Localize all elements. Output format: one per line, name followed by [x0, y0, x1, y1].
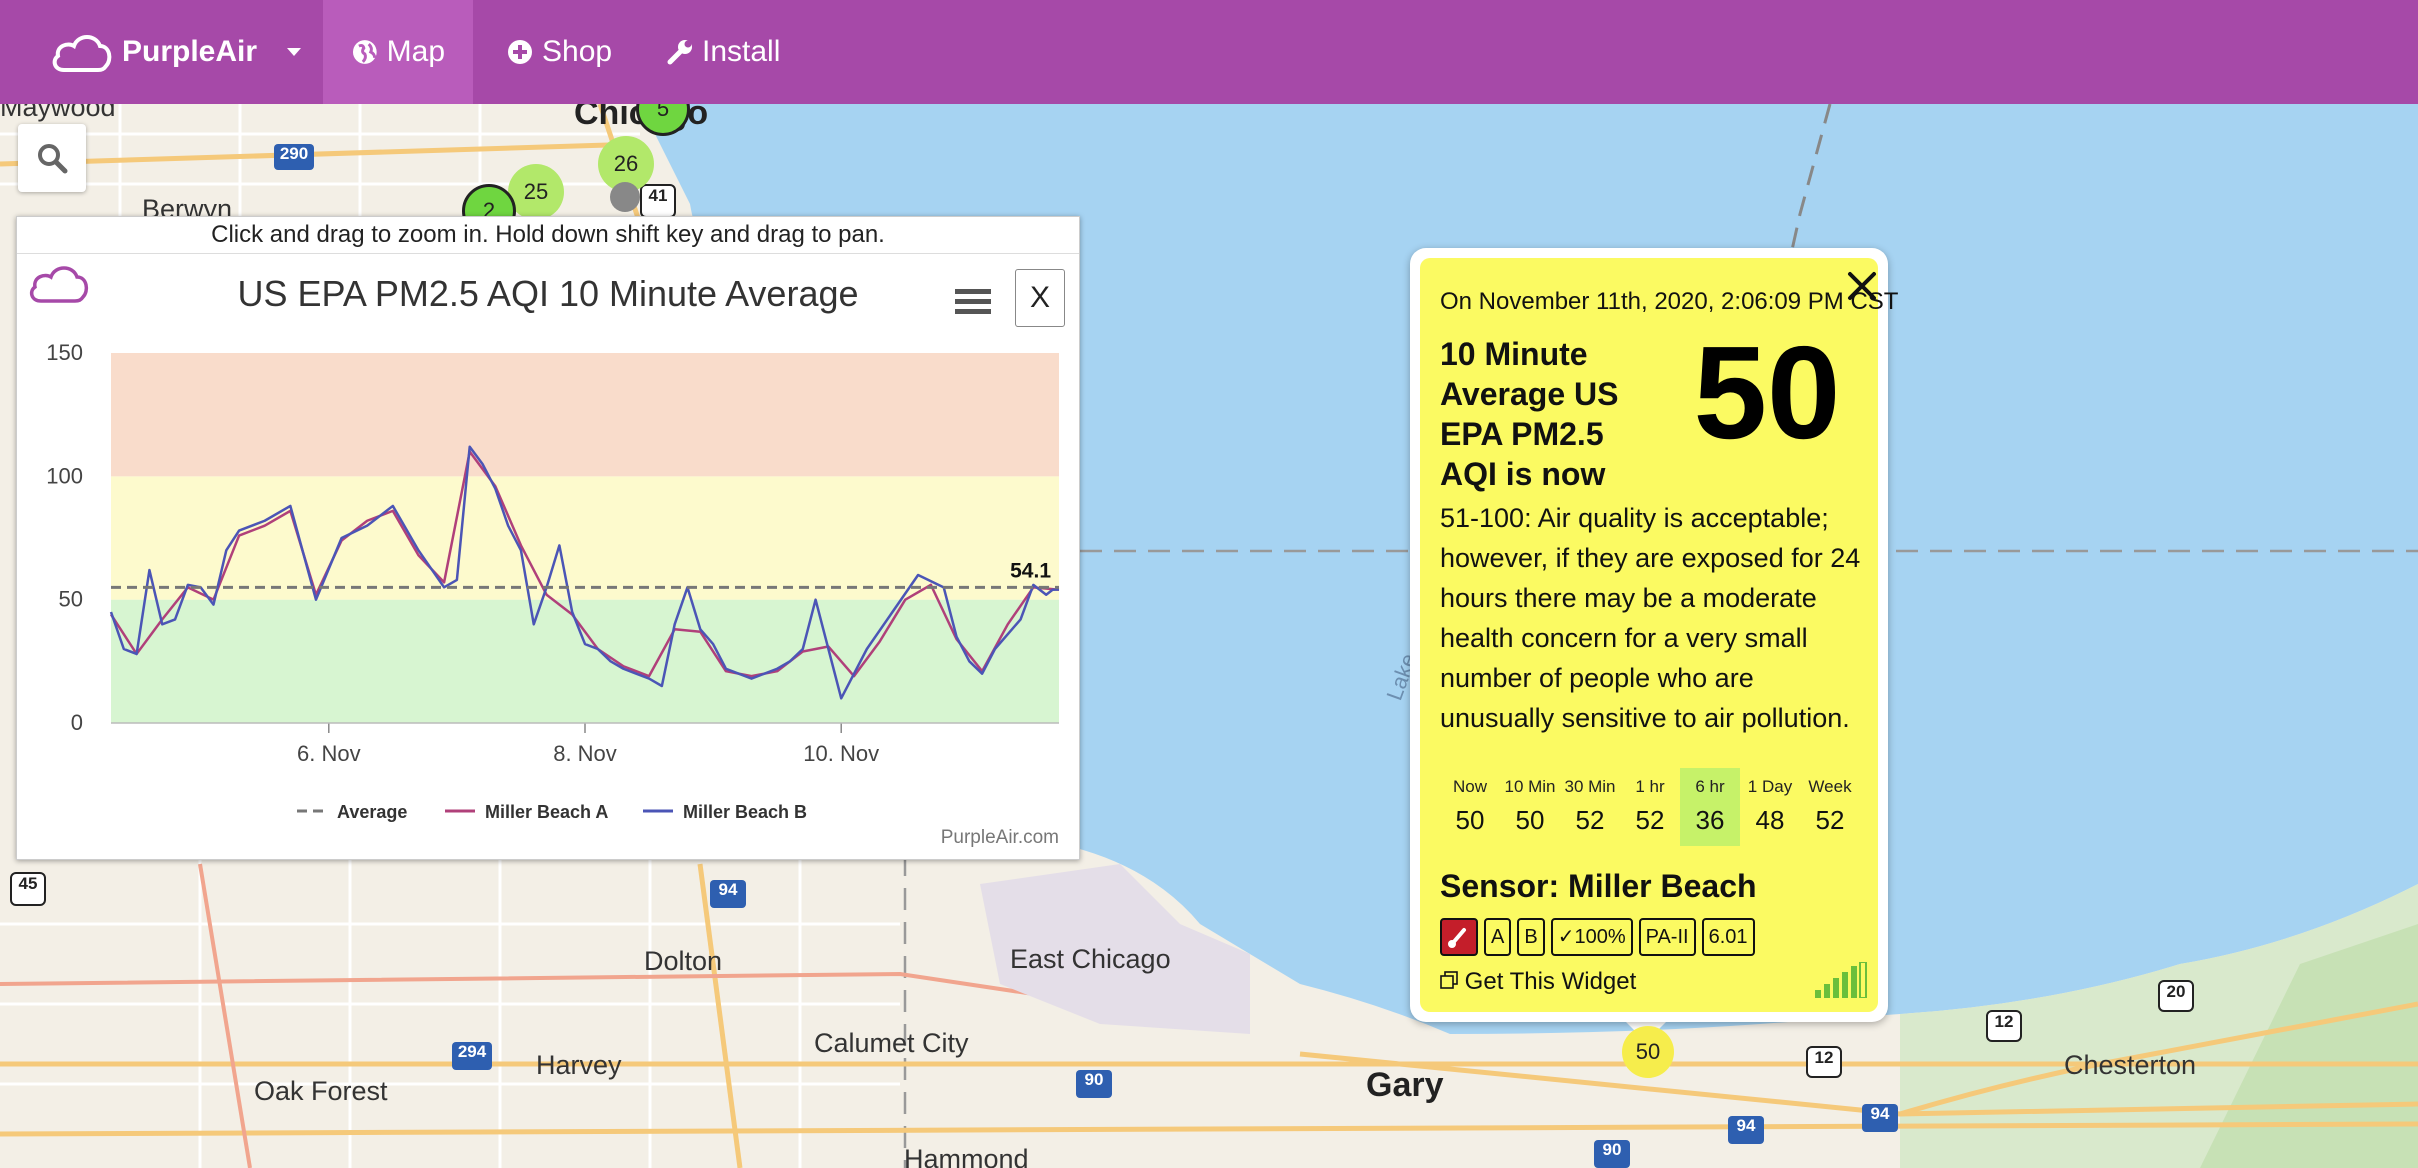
place-label-oak-forest: Oak Forest [254, 1076, 388, 1106]
confidence-badge[interactable]: ✓100% [1550, 918, 1633, 956]
x-tick-label: 6. Nov [297, 741, 361, 766]
stat-6-hr[interactable]: 6 hr 36 [1680, 768, 1740, 846]
chart-panel: 0 50 100 150 6. Nov 8. Nov 10. Nov 54.1 Average M… [16, 216, 1080, 860]
legend-item: Average [337, 802, 407, 822]
sensor-cluster[interactable]: 25 [508, 164, 564, 220]
chart-credit-link[interactable]: PurpleAir.com [941, 827, 1059, 849]
thermometer-icon [1448, 928, 1466, 948]
chevron-down-icon[interactable] [282, 40, 306, 64]
highway-shield: 20 [2158, 980, 2194, 1012]
place-label-calumet-city: Calumet City [814, 1028, 969, 1058]
aqi-value: 50 [1693, 319, 1841, 466]
highway-shield: 12 [1986, 1010, 2022, 1042]
y-tick-label: 50 [59, 587, 83, 612]
plus-circle-icon [508, 40, 532, 64]
highway-shield: 45 [10, 872, 46, 906]
aqi-description: 51-100: Air quality is acceptable; howev… [1440, 503, 1861, 733]
nav-shop-label: Shop [542, 35, 613, 68]
highway-shield: 94 [710, 880, 746, 908]
highway-shield: 41 [640, 184, 676, 218]
aqi-band [111, 476, 1059, 600]
place-label-dolton: Dolton [644, 946, 723, 976]
aqi-history-stats: Now 50 10 Min 50 30 Min 52 1 hr 52 6 hr 36 1 … [1440, 768, 1860, 846]
get-widget-label: Get This Widget [1464, 968, 1637, 995]
highway-shield: 90 [1076, 1070, 1112, 1098]
sensor-name: Sensor: Miller Beach [1440, 868, 1757, 904]
wrench-icon [667, 40, 692, 65]
highway-shield: 94 [1862, 1104, 1898, 1132]
stat-1-day[interactable]: 1 Day 48 [1740, 768, 1800, 846]
signal-strength-icon [1815, 962, 1867, 998]
model-badge[interactable]: PA-II [1638, 918, 1696, 956]
aqi-band [111, 599, 1059, 723]
sensor-popup-body: 10 Minute Average US EPA PM2.5 AQI is no… [1420, 258, 1878, 1012]
top-navbar: PurpleAir Map Shop Install [0, 0, 2418, 104]
legend-item: Miller Beach B [683, 802, 807, 822]
place-label-chesterton: Chesterton [2064, 1050, 2197, 1080]
stat-10-min[interactable]: 10 Min 50 [1500, 768, 1560, 846]
highway-shield: 290 [274, 144, 314, 170]
chart-close-button[interactable]: X [1015, 269, 1065, 327]
place-label-maywood: Maywood [0, 104, 116, 122]
sensor-marker-offline[interactable] [610, 182, 640, 212]
channel-b-badge[interactable]: B [1517, 918, 1545, 956]
highway-shield: 12 [1806, 1046, 1842, 1078]
legend-item: Miller Beach A [485, 802, 608, 822]
nav-install-label: Install [702, 35, 781, 68]
chart-zoom-hint: Click and drag to zoom in. Hold down shi… [17, 217, 1079, 254]
x-tick-label: 10. Nov [803, 741, 879, 766]
cloud-logo-icon [52, 35, 112, 72]
highway-shield: 94 [1728, 1116, 1764, 1144]
aqi-band [111, 353, 1059, 477]
stat-30-min[interactable]: 30 Min 52 [1560, 768, 1620, 846]
place-label-east-chicago: East Chicago [1010, 944, 1171, 974]
chart-title: US EPA PM2.5 AQI 10 Minute Average [237, 273, 859, 314]
map-search-button[interactable] [18, 124, 86, 192]
latest-value-label: 54.1 [1010, 560, 1051, 583]
highway-shield: 90 [1594, 1140, 1630, 1168]
search-icon [38, 144, 68, 174]
place-label-hammond: Hammond [904, 1144, 1029, 1168]
popup-timestamp: On November 11th, 2020, 2:06:09 PM CST [1440, 288, 1899, 315]
hamburger-menu-icon[interactable] [955, 287, 991, 317]
x-tick-label: 8. Nov [553, 741, 617, 766]
brand-link[interactable]: PurpleAir [50, 0, 257, 104]
nav-install[interactable]: Install [638, 0, 808, 104]
copy-icon [1440, 971, 1458, 989]
place-label-harvey: Harvey [536, 1050, 622, 1080]
nav-map-label: Map [386, 35, 445, 68]
y-tick-label: 100 [46, 463, 83, 488]
thermometer-badge[interactable] [1440, 918, 1478, 956]
stat-now[interactable]: Now 50 [1440, 768, 1500, 846]
stat-week[interactable]: Week 52 [1800, 768, 1860, 846]
sensor-marker-miller-beach[interactable]: 50 [1622, 1026, 1674, 1078]
get-widget-link[interactable]: Get This Widget [1440, 968, 1636, 996]
channel-a-badge[interactable]: A [1484, 918, 1512, 956]
y-tick-label: 0 [71, 710, 83, 735]
stat-1-hr[interactable]: 1 hr 52 [1620, 768, 1680, 846]
highway-shield: 294 [452, 1042, 492, 1070]
firmware-badge[interactable]: 6.01 [1701, 918, 1755, 956]
nav-shop[interactable]: Shop [478, 0, 640, 104]
y-tick-label: 150 [46, 340, 83, 365]
globe-icon [352, 40, 377, 64]
place-label-gary: Gary [1366, 1066, 1444, 1104]
sensor-badges: A B ✓100% PA-II 6.01 [1440, 918, 1755, 956]
nav-map[interactable]: Map [323, 0, 473, 104]
brand-label: PurpleAir [122, 35, 258, 68]
aqi-metric-label: 10 Minute Average US EPA PM2.5 AQI is no… [1440, 336, 1619, 492]
sensor-popup: 10 Minute Average US EPA PM2.5 AQI is no… [1410, 248, 1888, 1022]
